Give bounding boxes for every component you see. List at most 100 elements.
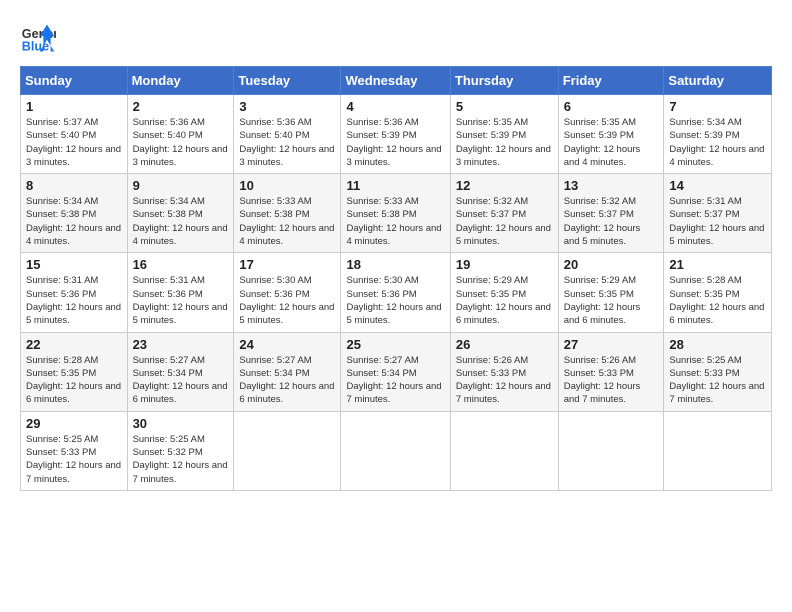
day-number: 30 <box>133 416 229 431</box>
day-info: Sunrise: 5:29 AM Sunset: 5:35 PM Dayligh… <box>564 274 659 327</box>
day-number: 11 <box>346 178 444 193</box>
weekday-header-sunday: Sunday <box>21 67 128 95</box>
calendar-cell: 5 Sunrise: 5:35 AM Sunset: 5:39 PM Dayli… <box>450 95 558 174</box>
day-info: Sunrise: 5:31 AM Sunset: 5:36 PM Dayligh… <box>133 274 229 327</box>
calendar-cell: 4 Sunrise: 5:36 AM Sunset: 5:39 PM Dayli… <box>341 95 450 174</box>
calendar-cell: 12 Sunrise: 5:32 AM Sunset: 5:37 PM Dayl… <box>450 174 558 253</box>
day-number: 22 <box>26 337 122 352</box>
day-number: 27 <box>564 337 659 352</box>
day-info: Sunrise: 5:26 AM Sunset: 5:33 PM Dayligh… <box>564 354 659 407</box>
weekday-header-friday: Friday <box>558 67 664 95</box>
calendar-cell: 24 Sunrise: 5:27 AM Sunset: 5:34 PM Dayl… <box>234 332 341 411</box>
day-info: Sunrise: 5:33 AM Sunset: 5:38 PM Dayligh… <box>346 195 444 248</box>
day-number: 8 <box>26 178 122 193</box>
calendar-table: SundayMondayTuesdayWednesdayThursdayFrid… <box>20 66 772 491</box>
day-info: Sunrise: 5:36 AM Sunset: 5:40 PM Dayligh… <box>133 116 229 169</box>
calendar-cell <box>558 411 664 490</box>
day-number: 1 <box>26 99 122 114</box>
page-header: General Blue <box>20 20 772 56</box>
calendar-cell: 29 Sunrise: 5:25 AM Sunset: 5:33 PM Dayl… <box>21 411 128 490</box>
logo: General Blue <box>20 20 62 56</box>
day-info: Sunrise: 5:28 AM Sunset: 5:35 PM Dayligh… <box>669 274 766 327</box>
calendar-cell: 2 Sunrise: 5:36 AM Sunset: 5:40 PM Dayli… <box>127 95 234 174</box>
calendar-cell: 23 Sunrise: 5:27 AM Sunset: 5:34 PM Dayl… <box>127 332 234 411</box>
calendar-week-row: 1 Sunrise: 5:37 AM Sunset: 5:40 PM Dayli… <box>21 95 772 174</box>
calendar-cell: 1 Sunrise: 5:37 AM Sunset: 5:40 PM Dayli… <box>21 95 128 174</box>
calendar-cell: 7 Sunrise: 5:34 AM Sunset: 5:39 PM Dayli… <box>664 95 772 174</box>
day-info: Sunrise: 5:27 AM Sunset: 5:34 PM Dayligh… <box>239 354 335 407</box>
weekday-header-row: SundayMondayTuesdayWednesdayThursdayFrid… <box>21 67 772 95</box>
day-number: 10 <box>239 178 335 193</box>
day-number: 2 <box>133 99 229 114</box>
day-number: 16 <box>133 257 229 272</box>
day-info: Sunrise: 5:27 AM Sunset: 5:34 PM Dayligh… <box>133 354 229 407</box>
day-info: Sunrise: 5:36 AM Sunset: 5:39 PM Dayligh… <box>346 116 444 169</box>
weekday-header-tuesday: Tuesday <box>234 67 341 95</box>
calendar-cell: 9 Sunrise: 5:34 AM Sunset: 5:38 PM Dayli… <box>127 174 234 253</box>
day-number: 7 <box>669 99 766 114</box>
weekday-header-monday: Monday <box>127 67 234 95</box>
calendar-week-row: 29 Sunrise: 5:25 AM Sunset: 5:33 PM Dayl… <box>21 411 772 490</box>
day-number: 17 <box>239 257 335 272</box>
logo-icon: General Blue <box>20 20 56 56</box>
day-number: 14 <box>669 178 766 193</box>
calendar-cell: 26 Sunrise: 5:26 AM Sunset: 5:33 PM Dayl… <box>450 332 558 411</box>
calendar-cell: 19 Sunrise: 5:29 AM Sunset: 5:35 PM Dayl… <box>450 253 558 332</box>
day-number: 4 <box>346 99 444 114</box>
calendar-cell: 6 Sunrise: 5:35 AM Sunset: 5:39 PM Dayli… <box>558 95 664 174</box>
weekday-header-thursday: Thursday <box>450 67 558 95</box>
day-info: Sunrise: 5:34 AM Sunset: 5:39 PM Dayligh… <box>669 116 766 169</box>
day-info: Sunrise: 5:34 AM Sunset: 5:38 PM Dayligh… <box>26 195 122 248</box>
day-number: 24 <box>239 337 335 352</box>
day-info: Sunrise: 5:30 AM Sunset: 5:36 PM Dayligh… <box>346 274 444 327</box>
calendar-week-row: 8 Sunrise: 5:34 AM Sunset: 5:38 PM Dayli… <box>21 174 772 253</box>
calendar-cell: 28 Sunrise: 5:25 AM Sunset: 5:33 PM Dayl… <box>664 332 772 411</box>
calendar-cell: 15 Sunrise: 5:31 AM Sunset: 5:36 PM Dayl… <box>21 253 128 332</box>
calendar-cell: 8 Sunrise: 5:34 AM Sunset: 5:38 PM Dayli… <box>21 174 128 253</box>
day-number: 15 <box>26 257 122 272</box>
day-number: 13 <box>564 178 659 193</box>
day-number: 28 <box>669 337 766 352</box>
day-number: 21 <box>669 257 766 272</box>
day-number: 6 <box>564 99 659 114</box>
day-info: Sunrise: 5:32 AM Sunset: 5:37 PM Dayligh… <box>456 195 553 248</box>
day-info: Sunrise: 5:25 AM Sunset: 5:33 PM Dayligh… <box>26 433 122 486</box>
day-info: Sunrise: 5:32 AM Sunset: 5:37 PM Dayligh… <box>564 195 659 248</box>
calendar-week-row: 22 Sunrise: 5:28 AM Sunset: 5:35 PM Dayl… <box>21 332 772 411</box>
calendar-cell: 17 Sunrise: 5:30 AM Sunset: 5:36 PM Dayl… <box>234 253 341 332</box>
calendar-cell: 25 Sunrise: 5:27 AM Sunset: 5:34 PM Dayl… <box>341 332 450 411</box>
calendar-cell: 21 Sunrise: 5:28 AM Sunset: 5:35 PM Dayl… <box>664 253 772 332</box>
day-number: 25 <box>346 337 444 352</box>
day-info: Sunrise: 5:35 AM Sunset: 5:39 PM Dayligh… <box>564 116 659 169</box>
day-number: 12 <box>456 178 553 193</box>
day-info: Sunrise: 5:25 AM Sunset: 5:33 PM Dayligh… <box>669 354 766 407</box>
day-info: Sunrise: 5:34 AM Sunset: 5:38 PM Dayligh… <box>133 195 229 248</box>
calendar-cell: 20 Sunrise: 5:29 AM Sunset: 5:35 PM Dayl… <box>558 253 664 332</box>
day-number: 3 <box>239 99 335 114</box>
calendar-cell: 3 Sunrise: 5:36 AM Sunset: 5:40 PM Dayli… <box>234 95 341 174</box>
calendar-cell: 11 Sunrise: 5:33 AM Sunset: 5:38 PM Dayl… <box>341 174 450 253</box>
weekday-header-wednesday: Wednesday <box>341 67 450 95</box>
calendar-week-row: 15 Sunrise: 5:31 AM Sunset: 5:36 PM Dayl… <box>21 253 772 332</box>
day-info: Sunrise: 5:27 AM Sunset: 5:34 PM Dayligh… <box>346 354 444 407</box>
weekday-header-saturday: Saturday <box>664 67 772 95</box>
calendar-cell: 18 Sunrise: 5:30 AM Sunset: 5:36 PM Dayl… <box>341 253 450 332</box>
day-info: Sunrise: 5:37 AM Sunset: 5:40 PM Dayligh… <box>26 116 122 169</box>
day-info: Sunrise: 5:36 AM Sunset: 5:40 PM Dayligh… <box>239 116 335 169</box>
day-number: 5 <box>456 99 553 114</box>
day-info: Sunrise: 5:33 AM Sunset: 5:38 PM Dayligh… <box>239 195 335 248</box>
day-info: Sunrise: 5:30 AM Sunset: 5:36 PM Dayligh… <box>239 274 335 327</box>
day-number: 19 <box>456 257 553 272</box>
day-number: 23 <box>133 337 229 352</box>
calendar-cell: 27 Sunrise: 5:26 AM Sunset: 5:33 PM Dayl… <box>558 332 664 411</box>
day-number: 20 <box>564 257 659 272</box>
day-info: Sunrise: 5:26 AM Sunset: 5:33 PM Dayligh… <box>456 354 553 407</box>
calendar-cell: 10 Sunrise: 5:33 AM Sunset: 5:38 PM Dayl… <box>234 174 341 253</box>
calendar-cell: 13 Sunrise: 5:32 AM Sunset: 5:37 PM Dayl… <box>558 174 664 253</box>
calendar-cell <box>341 411 450 490</box>
day-number: 26 <box>456 337 553 352</box>
calendar-cell <box>664 411 772 490</box>
day-number: 9 <box>133 178 229 193</box>
day-info: Sunrise: 5:28 AM Sunset: 5:35 PM Dayligh… <box>26 354 122 407</box>
day-number: 29 <box>26 416 122 431</box>
